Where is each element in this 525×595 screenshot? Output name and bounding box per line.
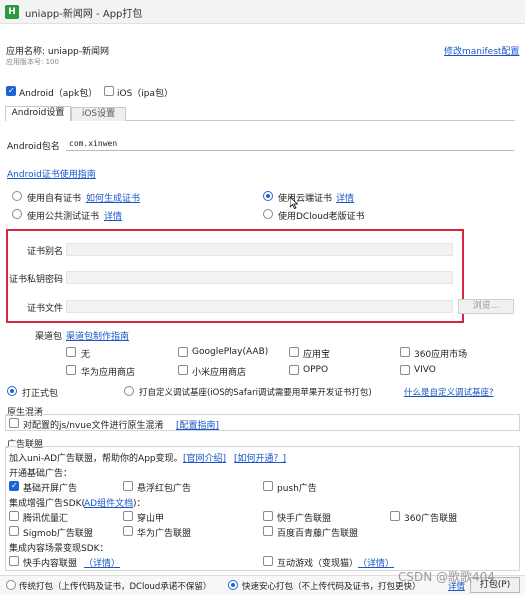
- tencent-ylh-checkbox[interactable]: [9, 511, 19, 521]
- sigmob-ad-checkbox[interactable]: [9, 526, 19, 536]
- ads-content-label: 集成内容场景变现SDK：: [9, 544, 109, 554]
- channel-yingyongbao-checkbox[interactable]: [289, 347, 299, 357]
- channel-360-label: 360应用市场: [414, 350, 468, 360]
- traditional-pack-radio[interactable]: [6, 580, 16, 590]
- ios-checkbox[interactable]: [104, 86, 114, 96]
- app-version-label: 应用版本号: 100: [6, 58, 59, 66]
- channel-vivo-checkbox[interactable]: [400, 365, 410, 375]
- cloud-cert-detail-link[interactable]: 详情: [336, 191, 354, 204]
- android-checkbox[interactable]: [6, 86, 16, 96]
- channel-xiaomi-label: 小米应用商店: [192, 368, 247, 378]
- cert-file-label: 证书文件: [27, 304, 64, 314]
- interactive-game-detail-link[interactable]: （详情）: [358, 556, 394, 569]
- android-package-input[interactable]: [66, 138, 514, 151]
- huawei-ad-label: 华为广告联盟: [137, 529, 192, 539]
- native-obfuscation-checkbox[interactable]: [9, 418, 19, 428]
- formal-pack-radio[interactable]: [7, 386, 17, 396]
- android-package-label: Android包名: [7, 142, 60, 152]
- ad-360-checkbox[interactable]: [390, 511, 400, 521]
- channel-xiaomi-checkbox[interactable]: [178, 365, 188, 375]
- tab-ios-settings[interactable]: iOS设置: [71, 107, 126, 121]
- kuaishou-content-checkbox[interactable]: [9, 556, 19, 566]
- channel-googleplay-checkbox[interactable]: [178, 347, 188, 357]
- cert-password-input[interactable]: [66, 271, 453, 284]
- channel-none-checkbox[interactable]: [66, 347, 76, 357]
- kuaishou-content-detail-link[interactable]: （详情）: [84, 556, 120, 569]
- channel-guide-link[interactable]: 渠道包制作指南: [66, 329, 129, 342]
- traditional-pack-label: 传统打包（上传代码及证书，DCloud承诺不保留）: [19, 582, 212, 592]
- cloud-cert-label: 使用云端证书: [278, 194, 333, 204]
- floating-redpacket-ad-checkbox[interactable]: [123, 481, 133, 491]
- pangle-checkbox[interactable]: [123, 511, 133, 521]
- ads-how-to-enable-link[interactable]: [如何开通？]: [234, 451, 286, 464]
- modify-manifest-link[interactable]: 修改manifest配置: [444, 44, 519, 57]
- how-to-generate-cert-link[interactable]: 如何生成证书: [86, 191, 140, 204]
- channel-label: 渠道包: [35, 332, 63, 342]
- channel-vivo-label: VIVO: [414, 365, 436, 375]
- android-checkbox-label: Android（apk包）: [19, 89, 98, 99]
- native-obfuscation-label: 对配置的js/nvue文件进行原生混淆: [23, 421, 164, 431]
- public-test-cert-detail-link[interactable]: 详情: [104, 209, 122, 222]
- interactive-game-label: 互动游戏（变现猫）: [277, 559, 359, 569]
- cert-alias-input[interactable]: [66, 243, 453, 256]
- pangle-label: 穿山甲: [137, 514, 165, 524]
- cert-password-label: 证书私钥密码: [9, 275, 64, 285]
- public-test-cert-radio[interactable]: [12, 209, 22, 219]
- dcloud-old-cert-radio[interactable]: [263, 209, 273, 219]
- channel-huawei-checkbox[interactable]: [66, 365, 76, 375]
- formal-pack-label: 打正式包: [22, 389, 59, 399]
- push-ad-checkbox[interactable]: [263, 481, 273, 491]
- tab-android-settings[interactable]: Android设置: [5, 106, 71, 121]
- channel-yingyongbao-label: 应用宝: [303, 350, 331, 360]
- cert-alias-label: 证书别名: [27, 247, 64, 257]
- what-is-custom-base-link[interactable]: 什么是自定义调试基座?: [404, 386, 494, 398]
- channel-oppo-checkbox[interactable]: [289, 365, 299, 375]
- fast-safe-pack-radio[interactable]: [228, 580, 238, 590]
- ios-checkbox-label: iOS（ipa包）: [117, 89, 174, 99]
- app-logo-icon: H: [5, 5, 19, 19]
- fast-safe-pack-label: 快速安心打包（不上传代码及证书，打包更快）: [242, 582, 421, 592]
- dcloud-old-cert-label: 使用DCloud老版证书: [278, 212, 365, 222]
- interactive-game-checkbox[interactable]: [263, 556, 273, 566]
- channel-none-label: 无: [81, 350, 91, 360]
- basic-splash-ad-checkbox[interactable]: [9, 481, 19, 491]
- native-obfuscation-config-link[interactable]: [配置指南]: [176, 418, 219, 431]
- floating-redpacket-ad-label: 悬浮红包广告: [137, 484, 192, 494]
- csdn-watermark: CSDN @歌歌404: [398, 570, 495, 584]
- ads-enhanced-label-prefix: 集成增强广告SDK(: [9, 499, 86, 509]
- custom-base-label: 打自定义调试基座(iOS的Safari调试需要用苹果开发证书打包): [139, 388, 372, 398]
- cert-browse-button[interactable]: 浏览...: [458, 299, 514, 314]
- push-ad-label: push广告: [277, 484, 317, 494]
- own-cert-radio[interactable]: [12, 191, 22, 201]
- channel-googleplay-label: GooglePlay(AAB): [192, 347, 269, 357]
- channel-huawei-label: 华为应用商店: [81, 368, 136, 378]
- public-test-cert-label: 使用公共测试证书: [27, 212, 100, 222]
- ads-enhanced-label-suffix: )：: [133, 499, 146, 509]
- huawei-ad-checkbox[interactable]: [123, 526, 133, 536]
- channel-oppo-label: OPPO: [303, 365, 329, 375]
- ads-intro-text: 加入uni-AD广告联盟，帮助你的App变现。: [9, 454, 183, 464]
- ads-basic-label: 开通基础广告：: [9, 469, 73, 479]
- ads-component-docs-link[interactable]: AD组件文档: [84, 496, 133, 509]
- ads-official-intro-link[interactable]: [官网介绍]: [183, 451, 226, 464]
- kuaishou-ad-label: 快手广告联盟: [277, 514, 332, 524]
- own-cert-label: 使用自有证书: [27, 194, 82, 204]
- ad-360-label: 360广告联盟: [404, 514, 458, 524]
- basic-splash-ad-label: 基础开屏广告: [23, 484, 78, 494]
- custom-base-radio[interactable]: [124, 386, 134, 396]
- android-cert-guide-link[interactable]: Android证书使用指南: [7, 167, 96, 180]
- sigmob-ad-label: Sigmob广告联盟: [23, 529, 93, 539]
- cloud-cert-radio[interactable]: [263, 191, 273, 201]
- kuaishou-ad-checkbox[interactable]: [263, 511, 273, 521]
- cert-file-input[interactable]: [66, 300, 453, 313]
- app-name-label: 应用名称: uniapp-新闻网: [6, 47, 109, 57]
- baidu-ad-label: 百度百青藤广告联盟: [277, 529, 359, 539]
- channel-360-checkbox[interactable]: [400, 347, 410, 357]
- kuaishou-content-label: 快手内容联盟: [23, 559, 78, 569]
- baidu-ad-checkbox[interactable]: [263, 526, 273, 536]
- window-title: uniapp-新闻网 - App打包: [25, 9, 143, 20]
- tencent-ylh-label: 腾讯优量汇: [23, 514, 69, 524]
- android-package-value: com.xinwen: [69, 139, 118, 148]
